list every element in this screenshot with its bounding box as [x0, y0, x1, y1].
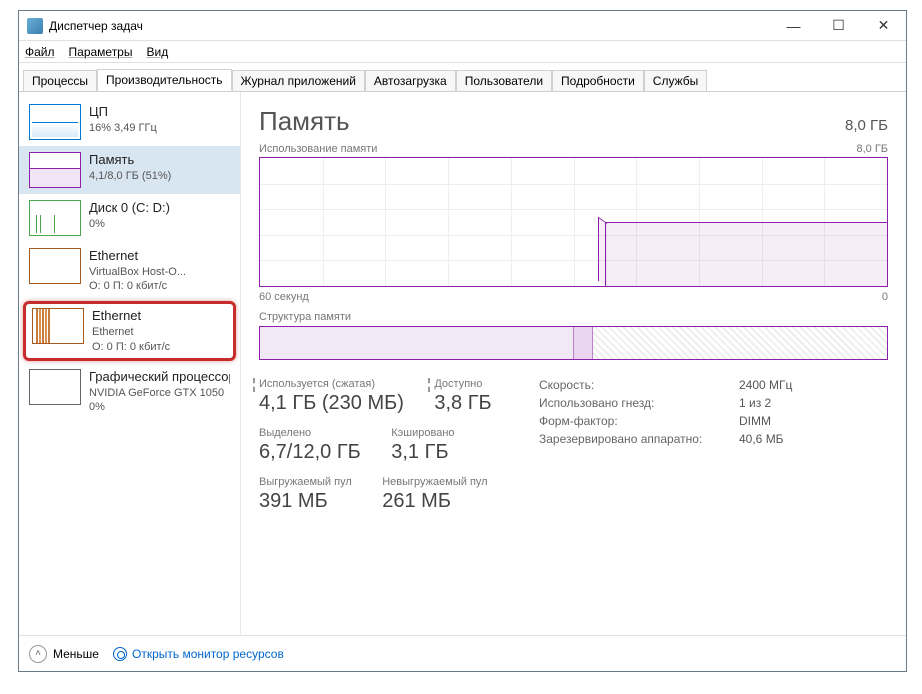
- ethernet1-label: Ethernet: [89, 248, 186, 265]
- maximize-button[interactable]: ☐: [816, 11, 861, 40]
- sidebar-item-ethernet-vbox[interactable]: Ethernet VirtualBox Host-O... О: 0 П: 0 …: [19, 242, 240, 299]
- tab-performance[interactable]: Производительность: [97, 69, 231, 91]
- chevron-up-icon: ˄: [29, 645, 47, 663]
- sidebar-item-gpu[interactable]: Графический процессор NVIDIA GeForce GTX…: [19, 363, 240, 420]
- cpu-thumb-chart: [29, 104, 81, 140]
- resource-monitor-label: Открыть монитор ресурсов: [132, 647, 284, 661]
- chart-usage-label: Использование памяти: [259, 143, 377, 155]
- stat-commit-value: 6,7/12,0 ГБ: [259, 441, 361, 464]
- memory-total: 8,0 ГБ: [845, 117, 888, 134]
- disk-thumb-chart: [29, 200, 81, 236]
- gpu-label: Графический процессор: [89, 369, 230, 386]
- memory-structure-bar[interactable]: [259, 326, 888, 360]
- app-icon: [27, 18, 43, 34]
- menu-options[interactable]: Параметры: [69, 45, 133, 59]
- info-speed-val: 2400 МГц: [739, 378, 792, 392]
- tab-details[interactable]: Подробности: [552, 70, 644, 91]
- tab-startup[interactable]: Автозагрузка: [365, 70, 456, 91]
- sidebar-item-memory[interactable]: Память 4,1/8,0 ГБ (51%): [19, 146, 240, 194]
- memory-label: Память: [89, 152, 171, 169]
- disk-label: Диск 0 (C: D:): [89, 200, 170, 217]
- menu-file[interactable]: Файл: [25, 45, 55, 59]
- fewer-details-button[interactable]: ˄ Меньше: [29, 645, 99, 663]
- fewer-details-label: Меньше: [53, 647, 99, 661]
- memory-seg-used: [260, 327, 574, 359]
- stat-avail-label: Доступно: [428, 378, 491, 392]
- memory-stats: Используется (сжатая) 4,1 ГБ (230 МБ) До…: [259, 378, 888, 525]
- window-title: Диспетчер задач: [49, 19, 771, 33]
- stat-nonpaged-label: Невыгружаемый пул: [382, 476, 487, 490]
- info-hwres-val: 40,6 МБ: [739, 432, 784, 446]
- info-form-key: Форм-фактор:: [539, 414, 739, 428]
- stat-commit-label: Выделено: [259, 427, 361, 441]
- tab-app-history[interactable]: Журнал приложений: [232, 70, 365, 91]
- minimize-button[interactable]: —: [771, 11, 816, 40]
- memory-usage-chart[interactable]: [259, 157, 888, 287]
- stat-paged-label: Выгружаемый пул: [259, 476, 352, 490]
- ethernet2-adapter: Ethernet: [92, 325, 170, 339]
- stat-used-value: 4,1 ГБ (230 МБ): [259, 392, 404, 415]
- chart-x-right: 0: [882, 291, 888, 303]
- performance-sidebar: ЦП 16% 3,49 ГГц Память 4,1/8,0 ГБ (51%) …: [19, 92, 241, 635]
- memory-detail-pane: Память 8,0 ГБ Использование памяти 8,0 Г…: [241, 92, 906, 635]
- gpu-usage: 0%: [89, 400, 230, 414]
- tab-users[interactable]: Пользователи: [456, 70, 552, 91]
- footer-bar: ˄ Меньше Открыть монитор ресурсов: [19, 635, 906, 671]
- ethernet2-rate: О: 0 П: 0 кбит/с: [92, 340, 170, 354]
- stat-used-label: Используется (сжатая): [253, 378, 404, 392]
- cpu-sub: 16% 3,49 ГГц: [89, 121, 157, 135]
- chart-x-left: 60 секунд: [259, 291, 309, 303]
- tabbar: Процессы Производительность Журнал прило…: [19, 65, 906, 91]
- stat-cached-label: Кэшировано: [391, 427, 454, 441]
- sidebar-item-ethernet[interactable]: Ethernet Ethernet О: 0 П: 0 кбит/с: [23, 301, 236, 360]
- ethernet2-thumb-chart: [32, 308, 84, 344]
- tab-processes[interactable]: Процессы: [23, 70, 97, 91]
- memory-thumb-chart: [29, 152, 81, 188]
- memory-structure-label: Структура памяти: [259, 311, 888, 323]
- gpu-thumb-chart: [29, 369, 81, 405]
- memory-sub: 4,1/8,0 ГБ (51%): [89, 169, 171, 183]
- info-form-val: DIMM: [739, 414, 771, 428]
- ethernet1-rate: О: 0 П: 0 кбит/с: [89, 279, 186, 293]
- task-manager-window: Диспетчер задач — ☐ ✕ Файл Параметры Вид…: [18, 10, 907, 672]
- memory-seg-free: [593, 327, 887, 359]
- info-slots-val: 1 из 2: [739, 396, 771, 410]
- stat-cached-value: 3,1 ГБ: [391, 441, 454, 464]
- ethernet2-label: Ethernet: [92, 308, 170, 325]
- memory-seg-cached: [574, 327, 594, 359]
- info-slots-key: Использовано гнезд:: [539, 396, 739, 410]
- tab-services[interactable]: Службы: [644, 70, 707, 91]
- stat-avail-value: 3,8 ГБ: [434, 392, 491, 415]
- ethernet1-thumb-chart: [29, 248, 81, 284]
- resource-monitor-icon: [113, 647, 127, 661]
- sidebar-item-disk0[interactable]: Диск 0 (C: D:) 0%: [19, 194, 240, 242]
- stat-paged-value: 391 МБ: [259, 490, 352, 513]
- gpu-model: NVIDIA GeForce GTX 1050: [89, 386, 230, 400]
- sidebar-item-cpu[interactable]: ЦП 16% 3,49 ГГц: [19, 98, 240, 146]
- close-button[interactable]: ✕: [861, 11, 906, 40]
- content-area: ЦП 16% 3,49 ГГц Память 4,1/8,0 ГБ (51%) …: [19, 91, 906, 635]
- titlebar[interactable]: Диспетчер задач — ☐ ✕: [19, 11, 906, 41]
- menubar: Файл Параметры Вид: [19, 41, 906, 63]
- open-resource-monitor-link[interactable]: Открыть монитор ресурсов: [113, 647, 284, 661]
- stat-nonpaged-value: 261 МБ: [382, 490, 487, 513]
- info-hwres-key: Зарезервировано аппаратно:: [539, 432, 739, 446]
- page-title: Память: [259, 106, 350, 137]
- cpu-label: ЦП: [89, 104, 157, 121]
- disk-sub: 0%: [89, 217, 170, 231]
- ethernet1-adapter: VirtualBox Host-O...: [89, 265, 186, 279]
- chart-y-max: 8,0 ГБ: [856, 143, 888, 155]
- info-speed-key: Скорость:: [539, 378, 739, 392]
- menu-view[interactable]: Вид: [146, 45, 168, 59]
